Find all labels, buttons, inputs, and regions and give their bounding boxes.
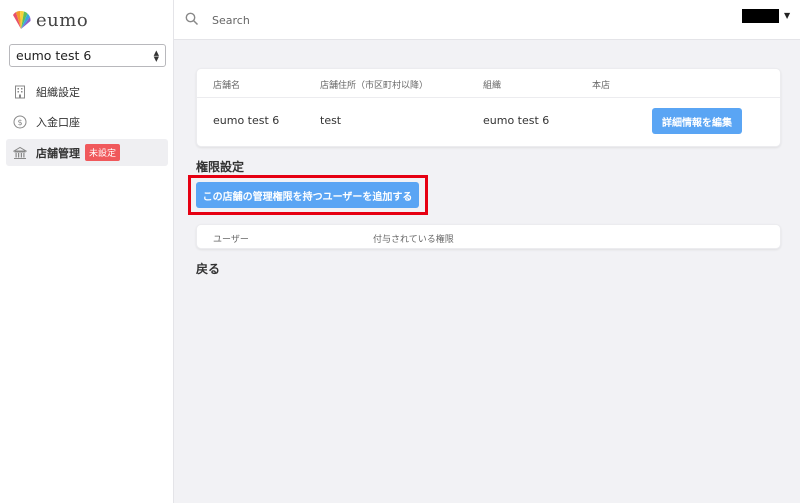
sidebar-item-deposit-account[interactable]: $ 入金口座 [6, 108, 168, 135]
eumo-logo-icon [13, 10, 31, 29]
column-header-head-office: 本店 [592, 81, 611, 91]
sidebar-item-organization[interactable]: 組織設定 [6, 78, 168, 105]
search-icon [185, 12, 199, 26]
user-menu[interactable] [742, 9, 779, 23]
store-select-value: eumo test 6 [16, 48, 92, 63]
bank-icon [12, 145, 28, 161]
cell-organization: eumo test 6 [483, 114, 550, 127]
table-divider [197, 97, 780, 98]
dollar-circle-icon: $ [12, 114, 28, 130]
edit-details-button[interactable]: 詳細情報を編集 [652, 108, 742, 134]
cell-address: test [320, 114, 342, 127]
permissions-title: 権限設定 [196, 160, 245, 174]
column-header-address: 店舗住所（市区町村以降） [320, 81, 429, 91]
users-table: ユーザー 付与されている権限 [196, 224, 781, 249]
logo[interactable]: eumo [10, 8, 88, 32]
store-info-table: 店舗名 店舗住所（市区町村以降） 組織 本店 eumo test 6 test … [196, 68, 781, 147]
cell-store-name: eumo test 6 [213, 114, 280, 127]
svg-text:$: $ [17, 118, 22, 127]
column-header-store-name: 店舗名 [213, 81, 241, 91]
top-header: ▼ [174, 0, 800, 40]
column-header-permissions: 付与されている権限 [373, 235, 454, 245]
add-user-button[interactable]: この店舗の管理権限を持つユーザーを追加する [196, 182, 419, 208]
sidebar-item-label: 組織設定 [36, 85, 80, 99]
store-select[interactable]: eumo test 6 ▲ ▼ [9, 44, 166, 67]
sidebar-item-store-management[interactable]: 店舗管理 未設定 [6, 139, 168, 166]
select-arrows-icon: ▲ ▼ [153, 48, 159, 63]
search-input[interactable] [212, 10, 512, 30]
logo-text: eumo [36, 9, 89, 31]
sidebar: eumo eumo test 6 ▲ ▼ 組織設定 $ 入金口座 店舗管理 未設定 [0, 0, 174, 503]
column-header-organization: 組織 [483, 81, 502, 91]
status-badge: 未設定 [85, 144, 121, 161]
building-icon [12, 84, 28, 100]
chevron-down-icon[interactable]: ▼ [784, 11, 790, 20]
sidebar-item-label: 店舗管理 [36, 146, 80, 160]
column-header-user: ユーザー [213, 235, 249, 245]
back-link[interactable]: 戻る [196, 260, 220, 277]
sidebar-item-label: 入金口座 [36, 115, 80, 129]
